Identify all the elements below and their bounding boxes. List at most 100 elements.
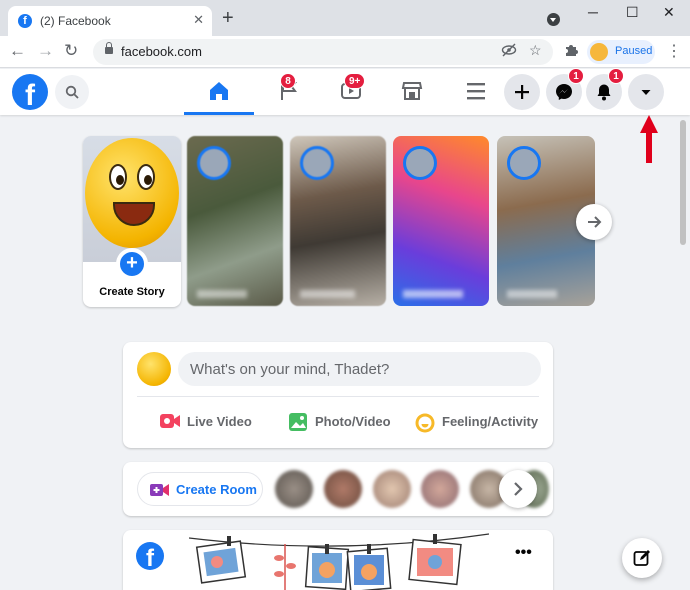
- smiley-eye-right: [137, 164, 155, 190]
- tab-watch[interactable]: 9+: [316, 69, 386, 115]
- maximize-icon[interactable]: ☐: [626, 4, 639, 21]
- feeling-activity-icon: [415, 413, 435, 433]
- lock-icon[interactable]: [105, 42, 113, 54]
- notifications-button[interactable]: 1: [586, 68, 624, 110]
- story-avatar: [300, 146, 334, 180]
- leaf-branch: [274, 544, 296, 590]
- chevron-right-icon: [514, 482, 523, 496]
- extensions-puzzle-icon[interactable]: [563, 42, 579, 62]
- minimize-icon[interactable]: ─: [588, 4, 598, 20]
- home-icon: [210, 82, 228, 100]
- notifications-badge: 1: [608, 68, 624, 84]
- caret-down-icon: [641, 90, 651, 95]
- story-author-name: [300, 290, 355, 298]
- room-friend-avatar[interactable]: [421, 470, 459, 508]
- tab-search-icon[interactable]: [547, 13, 560, 26]
- create-room-label: Create Room: [176, 482, 257, 497]
- clothespin: [367, 544, 371, 554]
- search-button[interactable]: [55, 75, 89, 109]
- notifications-bell-icon: [597, 84, 611, 101]
- forward-icon[interactable]: →: [37, 41, 54, 61]
- compose-edit-icon: [633, 550, 650, 566]
- user-avatar[interactable]: [137, 352, 171, 386]
- search-icon: [65, 85, 79, 99]
- photo-video-label: Photo/Video: [315, 414, 391, 429]
- live-video-icon: [160, 414, 180, 428]
- browser-menu-icon[interactable]: ⋮: [666, 41, 682, 61]
- messenger-icon: [556, 84, 572, 100]
- smiley-eye-left: [109, 164, 127, 190]
- watch-badge: 9+: [344, 73, 366, 89]
- facebook-page-logo-icon[interactable]: f: [136, 542, 164, 570]
- room-friend-avatar[interactable]: [373, 470, 411, 508]
- post-composer: What's on your mind, Thadet? Live Video …: [123, 342, 553, 448]
- pages-badge: 8: [280, 73, 296, 89]
- profile-status-label: Paused: [615, 45, 653, 57]
- new-message-button[interactable]: [622, 538, 662, 578]
- story-avatar: [507, 146, 541, 180]
- photo-frame: [195, 540, 247, 584]
- story-avatar: [197, 146, 231, 180]
- smiley-avatar: [85, 138, 179, 248]
- rooms-next-button[interactable]: [499, 470, 537, 508]
- smiley-pupil: [116, 175, 124, 185]
- account-menu-button[interactable]: [628, 74, 664, 110]
- tab-home[interactable]: [184, 69, 254, 115]
- story-card[interactable]: [290, 136, 386, 306]
- video-camera-plus-icon: [150, 484, 169, 496]
- rooms-bar: Create Room: [123, 462, 553, 516]
- story-card[interactable]: [393, 136, 489, 306]
- url-text[interactable]: facebook.com: [121, 44, 202, 59]
- marketplace-store-icon: [401, 82, 423, 100]
- facebook-logo-icon[interactable]: f: [12, 74, 48, 110]
- photo-frame: [408, 538, 462, 586]
- browser-toolbar: ← → ↻ facebook.com ☆ Paused ⋮: [0, 36, 690, 68]
- composer-placeholder: What's on your mind, Thadet?: [190, 361, 390, 378]
- create-button[interactable]: [504, 74, 540, 110]
- reload-icon[interactable]: ↻: [64, 41, 78, 61]
- story-author-name: [507, 290, 557, 298]
- tab-title: (2) Facebook: [40, 14, 111, 28]
- tab-marketplace[interactable]: [377, 69, 447, 115]
- room-friend-avatar[interactable]: [275, 470, 313, 508]
- feed-post: f •••: [123, 530, 553, 590]
- tab-close-icon[interactable]: ✕: [193, 12, 204, 28]
- messenger-badge: 1: [568, 68, 584, 84]
- story-author-name: [197, 290, 247, 298]
- page-scrollbar[interactable]: [680, 120, 686, 245]
- facebook-favicon-icon: f: [18, 14, 32, 28]
- arrow-right-icon: [588, 216, 602, 228]
- post-illustration: [189, 533, 489, 590]
- profile-avatar: [590, 43, 608, 61]
- eye-slash-icon[interactable]: [501, 42, 517, 61]
- whats-on-your-mind-input[interactable]: What's on your mind, Thadet?: [178, 352, 541, 386]
- tab-pages[interactable]: 8: [254, 69, 324, 115]
- create-room-button[interactable]: Create Room: [137, 472, 263, 506]
- tab-menu[interactable]: [441, 69, 511, 115]
- back-icon[interactable]: ←: [9, 41, 26, 61]
- close-window-icon[interactable]: ✕: [663, 4, 675, 21]
- browser-tab[interactable]: f (2) Facebook ✕: [8, 6, 212, 36]
- live-video-label: Live Video: [187, 414, 252, 429]
- story-avatar: [403, 146, 437, 180]
- profile-paused-chip[interactable]: Paused: [587, 40, 655, 64]
- room-friend-avatar[interactable]: [324, 470, 362, 508]
- smiley-pupil: [144, 175, 152, 185]
- feeling-activity-label: Feeling/Activity: [442, 414, 539, 429]
- create-story-image: [83, 136, 181, 262]
- add-story-plus-icon[interactable]: +: [116, 248, 148, 280]
- address-bar[interactable]: facebook.com ☆: [93, 39, 553, 65]
- story-card[interactable]: [187, 136, 283, 306]
- browser-tab-strip: f (2) Facebook ✕ + ─ ☐ ✕: [0, 0, 690, 36]
- clothespin: [433, 534, 437, 544]
- stories-next-button[interactable]: [576, 204, 612, 240]
- create-story-card[interactable]: + Create Story: [83, 136, 181, 307]
- smiley-mouth: [113, 202, 155, 226]
- hamburger-menu-icon: [467, 83, 485, 100]
- bookmark-star-icon[interactable]: ☆: [529, 42, 542, 59]
- clothespin: [325, 544, 329, 554]
- annotation-arrow-icon: [640, 115, 658, 163]
- post-more-options-icon[interactable]: •••: [515, 544, 532, 562]
- messenger-button[interactable]: 1: [546, 68, 584, 110]
- new-tab-icon[interactable]: +: [222, 8, 234, 28]
